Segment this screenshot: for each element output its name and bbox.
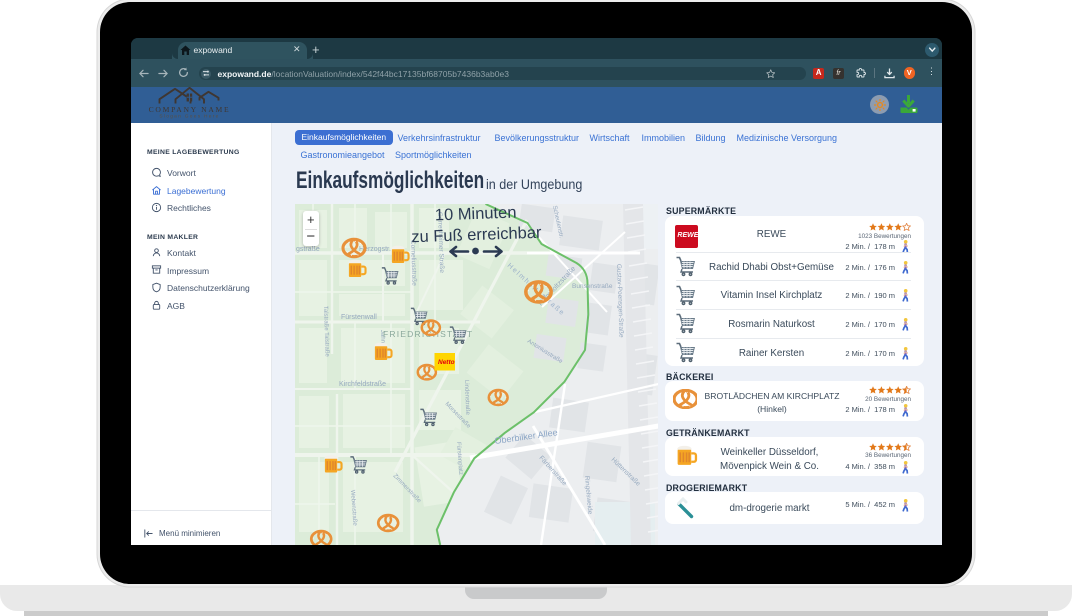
svg-text:10 Minuten: 10 Minuten (434, 204, 516, 224)
svg-text:Kirchfeldstraße: Kirchfeldstraße (339, 381, 386, 388)
svg-text:Bunsenstraße: Bunsenstraße (572, 283, 613, 290)
svg-text:Fürstenwall: Fürstenwall (341, 314, 377, 321)
svg-text:gstraße: gstraße (296, 246, 320, 253)
svg-text:COMPANY NAME: COMPANY NAME (148, 105, 230, 114)
svg-text:Lindenstraße: Lindenstraße (463, 380, 470, 416)
svg-text:Slogan Goes Here: Slogan Goes Here (159, 114, 219, 120)
svg-text:Netto: Netto (438, 359, 455, 366)
svg-text:zu Fuß erreichbar: zu Fuß erreichbar (410, 224, 541, 247)
